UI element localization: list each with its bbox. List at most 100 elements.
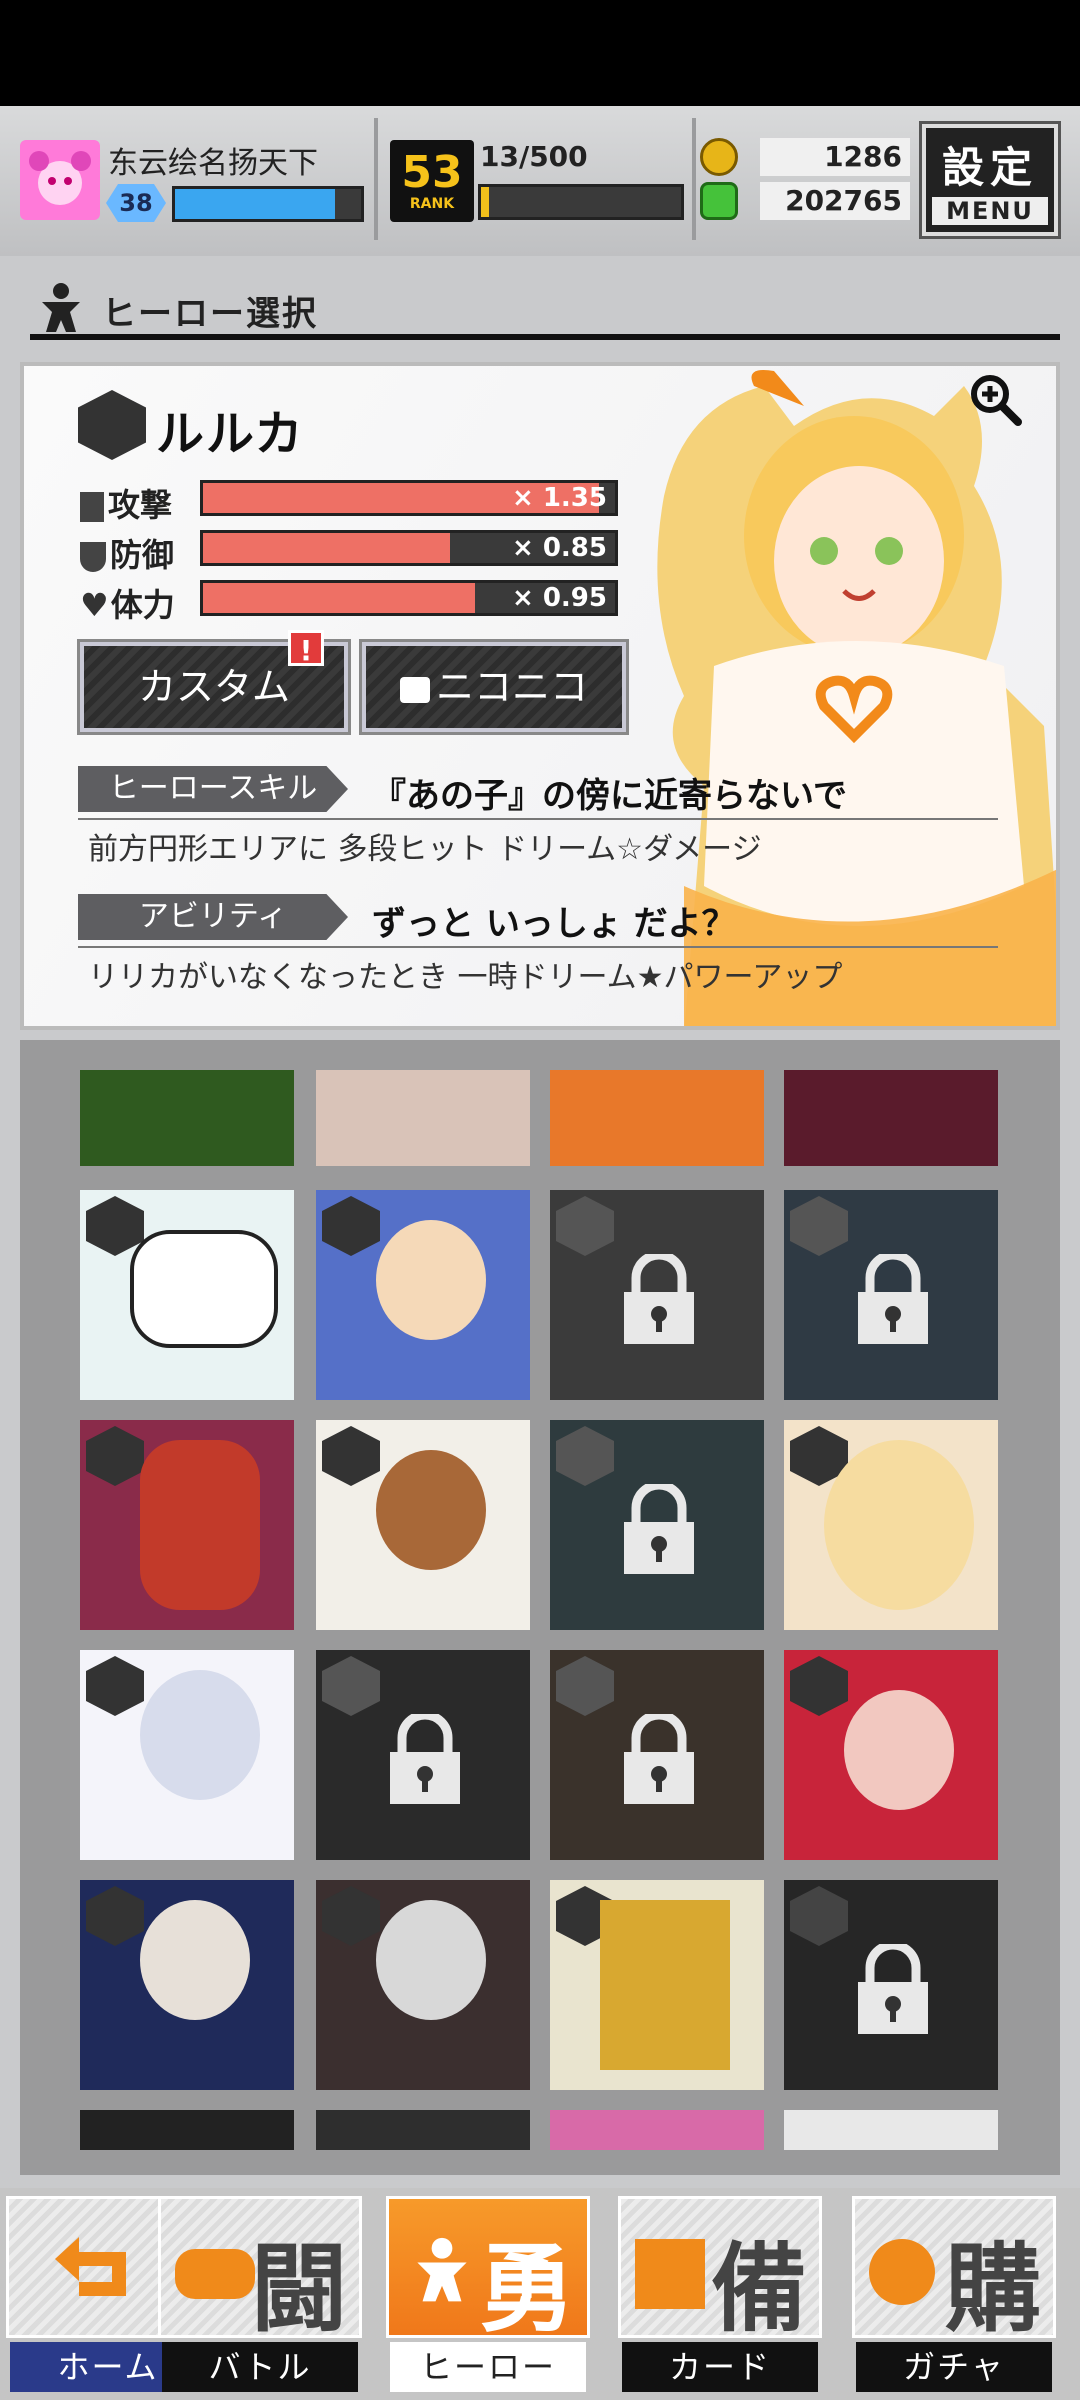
nav-card[interactable]: 備 カード [612,2188,828,2400]
energy-counter: 202765 [700,182,910,222]
speed-type-icon [556,1426,614,1486]
rank-number: 53 [401,147,463,198]
nav-battle-label: バトル [162,2342,358,2392]
skill-divider [78,818,998,820]
ability-tag: アビリティ [78,894,348,940]
exp-bar [172,186,364,222]
hero-portrait [600,1900,730,2070]
hero-card[interactable] [550,1070,764,1166]
hero-skill-description: 前方円形エリアに 多段ヒット ドリーム☆ダメージ [88,832,762,867]
hero-card[interactable] [80,1420,294,1630]
hero-portrait [140,1440,260,1610]
hero-card[interactable] [80,2110,294,2150]
hero-card-locked[interactable] [784,1190,998,1400]
nav-gacha-label: ガチャ [856,2342,1052,2392]
hero-portrait [376,1220,486,1340]
hero-card[interactable] [784,1070,998,1166]
hp-stat-fill [203,583,475,613]
hp-stat-label: ♥体力 [80,580,175,626]
hero-portrait [376,1450,486,1570]
hero-card[interactable] [784,1420,998,1630]
speed-type-icon [322,1426,380,1486]
ability-description: リリカがいなくなったとき 一時ドリーム★パワーアップ [88,960,843,995]
lock-icon [390,1714,460,1804]
coin-counter: 1286 [700,138,910,178]
rank-icon: 53 RANK [390,140,474,222]
hero-portrait [140,1670,260,1800]
nav-battle-card: 闘 [158,2196,362,2345]
power-type-icon [790,1656,848,1716]
hero-card[interactable] [80,1070,294,1166]
hero-icon [42,283,80,332]
exp-bar-fill [175,189,335,219]
attack-stat-label: 攻撃 [80,480,172,526]
header-divider [692,118,696,240]
hero-portrait [824,1440,974,1610]
section-divider [30,334,1060,340]
hero-card[interactable] [80,1880,294,2090]
hero-card-locked[interactable] [550,1420,764,1630]
lock-icon [624,1714,694,1804]
hero-portrait [140,1900,250,2020]
nav-card-label: カード [622,2342,818,2392]
speed-type-icon [86,1196,144,1256]
lock-icon [858,1944,928,2034]
hero-card[interactable] [80,1190,294,1400]
settings-menu-button[interactable]: 設定 MENU [922,124,1058,236]
hero-skill-tag: ヒーロースキル [78,766,348,812]
hero-card-locked[interactable] [784,1880,998,2090]
lock-icon [624,1484,694,1574]
hero-card-locked[interactable] [550,1190,764,1400]
section-title: ヒーロー選択 [102,294,318,334]
hero-card[interactable] [784,1650,998,1860]
speed-type-icon [86,1656,144,1716]
nav-gacha-card: 購 [852,2196,1056,2345]
player-avatar[interactable] [20,140,100,220]
nav-battle[interactable]: 闘 バトル [152,2188,368,2400]
nav-hero-card: 勇 [386,2196,590,2345]
lock-icon [858,1254,928,1344]
hero-card-locked[interactable] [316,1650,530,1860]
hero-card[interactable] [550,1880,764,2090]
energy-value: 202765 [760,182,910,220]
gun-type-icon [790,1886,848,1946]
status-bar [0,0,1080,106]
nav-card-kanji: 備 [711,2232,807,2345]
gun-type-icon [790,1196,848,1256]
rank-label: RANK [409,196,455,212]
gamepad-icon [175,2249,255,2299]
hero-card[interactable] [784,2110,998,2150]
speed-type-icon [556,1656,614,1716]
hero-card[interactable] [316,1880,530,2090]
nav-gacha-kanji: 購 [945,2232,1041,2345]
niconico-button[interactable]: ニコニコ [362,642,626,732]
ability-divider [78,946,998,948]
heart-icon: ♥ [80,586,109,624]
nav-card-card: 備 [618,2196,822,2345]
hero-card[interactable] [316,1190,530,1400]
energy-icon [700,182,738,220]
attack-multiplier: × 1.35 [512,483,607,513]
lock-icon [624,1254,694,1344]
hero-card[interactable] [80,1650,294,1860]
defense-label-text: 防御 [110,536,175,574]
shield-icon [80,542,106,572]
back-arrow-icon [55,2237,126,2296]
hero-card[interactable] [316,1420,530,1630]
nav-hero[interactable]: 勇 ヒーロー [380,2188,596,2400]
player-level-badge: 38 [106,184,166,222]
hero-portrait [130,1230,278,1348]
attack-label-text: 攻撃 [108,486,173,524]
zoom-in-icon[interactable] [968,372,1024,428]
hero-card[interactable] [316,1070,530,1166]
shield-type-icon [86,1426,144,1486]
stamina-count: 13/500 [480,140,588,173]
nav-gacha[interactable]: 購 ガチャ [846,2188,1062,2400]
hero-portrait [844,1690,954,1810]
hero-card-locked[interactable] [550,1650,764,1860]
hero-card[interactable] [550,2110,764,2150]
hero-card[interactable] [316,2110,530,2150]
attack-stat-bar: × 1.35 [200,480,618,516]
bottom-nav: ホーム 闘 バトル 勇 ヒーロー 備 カード 購 ガチャ [0,2188,1080,2400]
ability-name: ずっと いっしょ だよ？ [372,904,736,944]
